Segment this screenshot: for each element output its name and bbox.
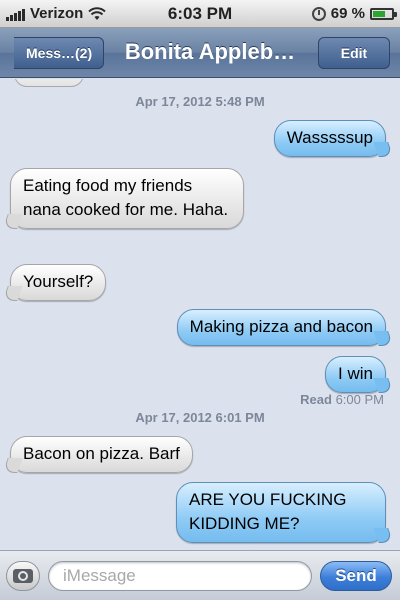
message-text: Yourself? bbox=[23, 272, 94, 291]
message-text: Wasssssup bbox=[286, 128, 373, 147]
message-input[interactable] bbox=[48, 561, 312, 591]
wifi-icon bbox=[88, 6, 107, 20]
conversation-view[interactable]: Apr 17, 2012 5:48 PM Wasssssup Eating fo… bbox=[0, 79, 400, 550]
partial-message-bubble bbox=[14, 79, 84, 87]
battery-percent: 69 % bbox=[330, 5, 365, 22]
send-button[interactable]: Send bbox=[320, 561, 392, 591]
status-left: Verizon bbox=[6, 5, 107, 22]
read-label: Read bbox=[300, 392, 332, 407]
message-text: Eating food my friends nana cooked for m… bbox=[23, 176, 229, 219]
timestamp: Apr 17, 2012 5:48 PM bbox=[135, 94, 265, 109]
signal-icon bbox=[6, 7, 25, 21]
camera-icon bbox=[13, 569, 33, 583]
message-bubble-incoming[interactable]: Yourself? bbox=[10, 264, 107, 301]
conversation-title: Bonita Appleb… bbox=[124, 39, 296, 64]
timestamp: Apr 17, 2012 6:01 PM bbox=[135, 410, 265, 425]
battery-icon bbox=[370, 7, 397, 20]
carrier-label: Verizon bbox=[30, 5, 84, 22]
nav-bar: Mess…(2) Bonita Appleb… Edit bbox=[0, 28, 400, 78]
battery-fill bbox=[373, 10, 386, 17]
status-bar: Verizon 6:03 PM 69 % bbox=[0, 0, 400, 28]
back-button[interactable]: Mess…(2) bbox=[14, 37, 104, 69]
message-text: ARE YOU FUCKING KIDDING ME? bbox=[189, 490, 347, 533]
camera-button[interactable] bbox=[6, 561, 40, 591]
message-bubble-outgoing[interactable]: Making pizza and bacon bbox=[176, 309, 386, 346]
message-bubble-outgoing[interactable]: I win bbox=[325, 356, 386, 393]
message-text: I win bbox=[338, 364, 373, 383]
message-composer: Send bbox=[0, 550, 400, 600]
message-text: Making pizza and bacon bbox=[189, 317, 373, 336]
message-bubble-outgoing[interactable]: Wasssssup bbox=[273, 120, 386, 157]
message-text: Bacon on pizza. Barf bbox=[23, 444, 180, 463]
edit-button[interactable]: Edit bbox=[318, 37, 390, 69]
read-time: 6:00 PM bbox=[335, 392, 384, 407]
status-right: 69 % bbox=[311, 5, 397, 22]
message-bubble-incoming[interactable]: Eating food my friends nana cooked for m… bbox=[10, 168, 244, 229]
message-bubble-outgoing[interactable]: ARE YOU FUCKING KIDDING ME? bbox=[176, 482, 386, 543]
read-receipt: Read 6:00 PM bbox=[300, 392, 384, 407]
alarm-icon bbox=[311, 6, 326, 21]
message-bubble-incoming[interactable]: Bacon on pizza. Barf bbox=[10, 436, 193, 473]
